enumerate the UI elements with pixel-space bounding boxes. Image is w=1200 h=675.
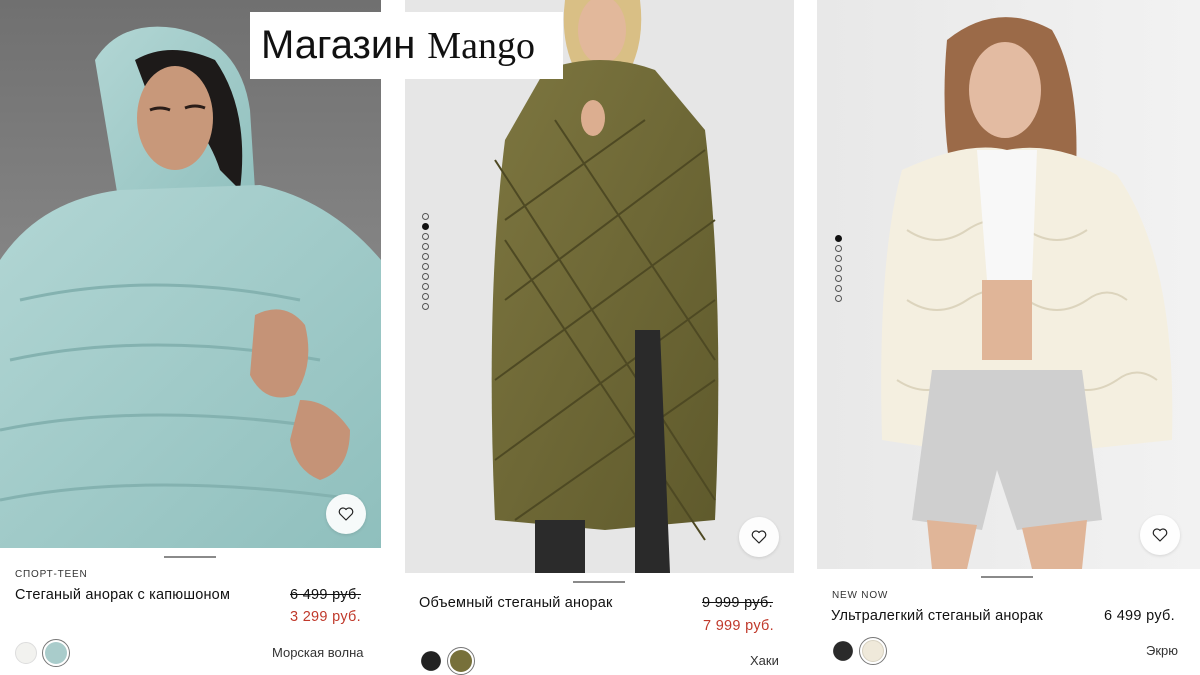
pagination-dot[interactable] — [422, 223, 429, 230]
product-name-1[interactable]: Стеганый анорак с капюшоном — [15, 587, 230, 603]
pagination-dot[interactable] — [422, 303, 429, 310]
sale-price-1: 3 299 руб. — [290, 609, 361, 625]
sale-price-2: 7 999 руб. — [703, 618, 774, 634]
heart-icon — [338, 507, 354, 521]
color-name-3: Экрю — [1146, 643, 1179, 658]
pagination-dot[interactable] — [422, 233, 429, 240]
product-name-3[interactable]: Ультралегкий стеганый анорак — [831, 608, 1043, 624]
color-swatch-white[interactable] — [15, 642, 37, 664]
image-scroll-indicator-2 — [573, 581, 625, 583]
product-name-2[interactable]: Объемный стеганый анорак — [419, 595, 613, 611]
pagination-dot[interactable] — [835, 235, 842, 242]
store-title-banner: Магазин Mango — [250, 12, 563, 79]
color-name-1: Морская волна — [272, 645, 364, 660]
pagination-dot[interactable] — [835, 245, 842, 252]
pagination-dot[interactable] — [422, 213, 429, 220]
product-photo-3[interactable] — [817, 0, 1200, 569]
pagination-dot[interactable] — [835, 265, 842, 272]
pagination-dot[interactable] — [422, 263, 429, 270]
pagination-dot[interactable] — [835, 295, 842, 302]
product-card-3[interactable]: NEW NOW Ультралегкий стеганый анорак 6 4… — [817, 0, 1200, 675]
product-photo-1[interactable] — [0, 0, 381, 548]
pagination-dot[interactable] — [835, 285, 842, 292]
image-scroll-indicator-1 — [164, 556, 216, 558]
pagination-dot[interactable] — [422, 293, 429, 300]
color-name-2: Хаки — [750, 653, 779, 668]
pagination-dot[interactable] — [422, 253, 429, 260]
heart-icon — [751, 530, 767, 544]
favorite-button-2[interactable] — [739, 517, 779, 557]
brand-name: Mango — [427, 24, 535, 67]
product-tag-1: СПОРТ-TEEN — [15, 569, 88, 580]
pagination-dot[interactable] — [835, 275, 842, 282]
color-swatch-black[interactable] — [421, 651, 441, 671]
product-tag-3: NEW NOW — [832, 590, 889, 601]
pagination-dot[interactable] — [835, 255, 842, 262]
product-card-2[interactable]: Объемный стеганый анорак 9 999 руб. 7 99… — [405, 0, 794, 675]
color-swatch-ecru[interactable] — [859, 637, 887, 665]
color-swatch-black[interactable] — [833, 641, 853, 661]
color-swatch-teal[interactable] — [42, 639, 70, 667]
color-swatch-khaki[interactable] — [447, 647, 475, 675]
favorite-button-3[interactable] — [1140, 515, 1180, 555]
product-card-1[interactable]: СПОРТ-TEEN Стеганый анорак с капюшоном 6… — [0, 0, 381, 675]
price-3: 6 499 руб. — [1104, 608, 1175, 624]
old-price-2: 9 999 руб. — [702, 595, 773, 611]
product-photo-2[interactable] — [405, 0, 794, 573]
pagination-dot[interactable] — [422, 273, 429, 280]
heart-icon — [1152, 528, 1168, 542]
pagination-dot[interactable] — [422, 283, 429, 290]
image-scroll-indicator-3 — [981, 576, 1033, 578]
old-price-1: 6 499 руб. — [290, 587, 361, 603]
pagination-dot[interactable] — [422, 243, 429, 250]
favorite-button-1[interactable] — [326, 494, 366, 534]
store-title: Магазин — [261, 23, 416, 67]
image-pagination-2[interactable] — [422, 213, 429, 310]
image-pagination-3[interactable] — [835, 235, 842, 302]
